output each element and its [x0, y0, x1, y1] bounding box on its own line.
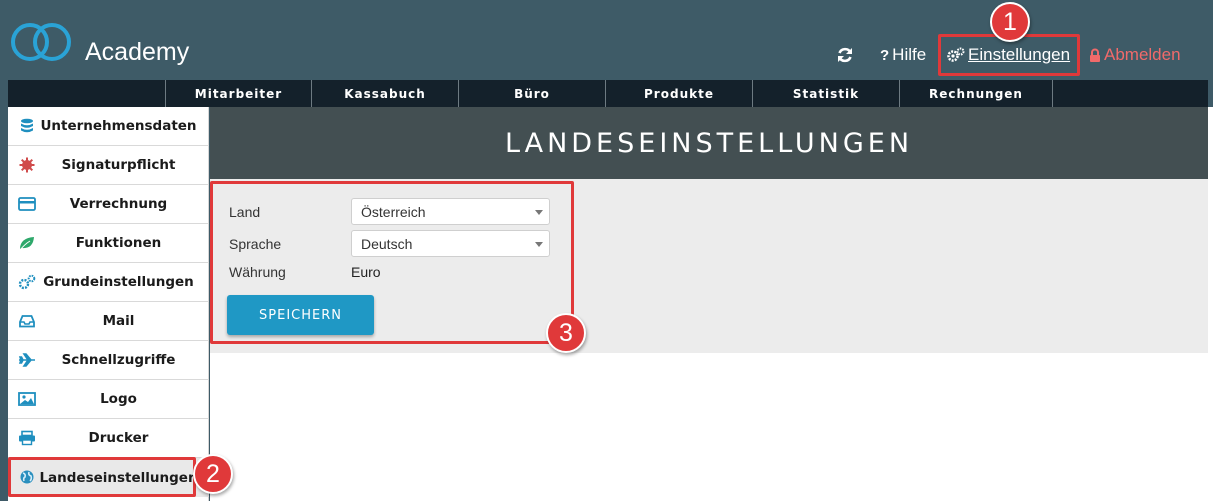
sidebar-item-label: Logo [100, 391, 137, 407]
nav-item-statistik[interactable]: Statistik [753, 80, 900, 107]
sidebar-item-schnellzugriffe[interactable]: Schnellzugriffe [8, 341, 209, 380]
sidebar-item-label: Funktionen [75, 235, 162, 251]
form-highlight-box [210, 181, 574, 344]
active-item-highlight-box [8, 457, 196, 497]
logout-label: Abmelden [1104, 45, 1181, 64]
image-icon [18, 392, 36, 406]
sidebar-item-label: Unternehmensdaten [40, 118, 197, 134]
refresh-icon[interactable] [836, 46, 854, 64]
annotation-badge-1: 1 [990, 2, 1030, 42]
sidebar-item-grundeinstellungen[interactable]: Grundeinstellungen [8, 263, 209, 302]
leaf-icon [19, 237, 34, 251]
main-nav: Mitarbeiter Kassabuch Büro Produkte Stat… [8, 80, 1208, 107]
sidebar-item-funktionen[interactable]: Funktionen [8, 224, 209, 263]
sidebar-item-label: Grundeinstellungen [43, 274, 194, 290]
annotation-badge-2: 2 [193, 454, 233, 494]
nav-item-buero[interactable]: Büro [459, 80, 606, 107]
help-label: Hilfe [892, 45, 927, 64]
help-link[interactable]: ? Hilfe [880, 45, 926, 65]
nav-item-kassabuch[interactable]: Kassabuch [312, 80, 459, 107]
nav-item-rechnungen[interactable]: Rechnungen [900, 80, 1053, 107]
sidebar-item-label: Mail [102, 313, 135, 329]
nav-item-mitarbeiter[interactable]: Mitarbeiter [165, 80, 312, 107]
sidebar-item-drucker[interactable]: Drucker [8, 419, 209, 458]
annotation-badge-3: 3 [546, 313, 586, 353]
seal-icon [19, 157, 35, 173]
lock-icon [1090, 48, 1100, 62]
sidebar-item-unternehmensdaten[interactable]: Unternehmensdaten [8, 107, 209, 146]
sidebar-item-label: Drucker [88, 430, 149, 446]
database-icon [21, 118, 33, 133]
page-title: LANDESEINSTELLUNGEN [210, 107, 1208, 179]
logout-link[interactable]: Abmelden [1089, 45, 1181, 65]
sidebar-item-mail[interactable]: Mail [8, 302, 209, 341]
gears-icon [18, 274, 36, 290]
sidebar-item-signaturpflicht[interactable]: Signaturpflicht [8, 146, 209, 185]
sidebar-item-label: Schnellzugriffe [61, 352, 176, 368]
sidebar-item-verrechnung[interactable]: Verrechnung [8, 185, 209, 224]
sidebar-item-label: Signaturpflicht [61, 157, 176, 173]
inbox-icon [19, 315, 35, 328]
plane-icon [18, 353, 35, 367]
academy-logo-icon [11, 23, 71, 61]
question-icon: ? [880, 46, 890, 64]
sidebar-item-label: Verrechnung [69, 196, 168, 212]
sidebar: Unternehmensdaten Signaturpflicht Verrec… [8, 107, 209, 501]
nav-item-produkte[interactable]: Produkte [606, 80, 753, 107]
credit-card-icon [18, 197, 36, 211]
printer-icon [19, 430, 35, 446]
app-title: Academy [85, 38, 190, 66]
sidebar-item-logo[interactable]: Logo [8, 380, 209, 419]
